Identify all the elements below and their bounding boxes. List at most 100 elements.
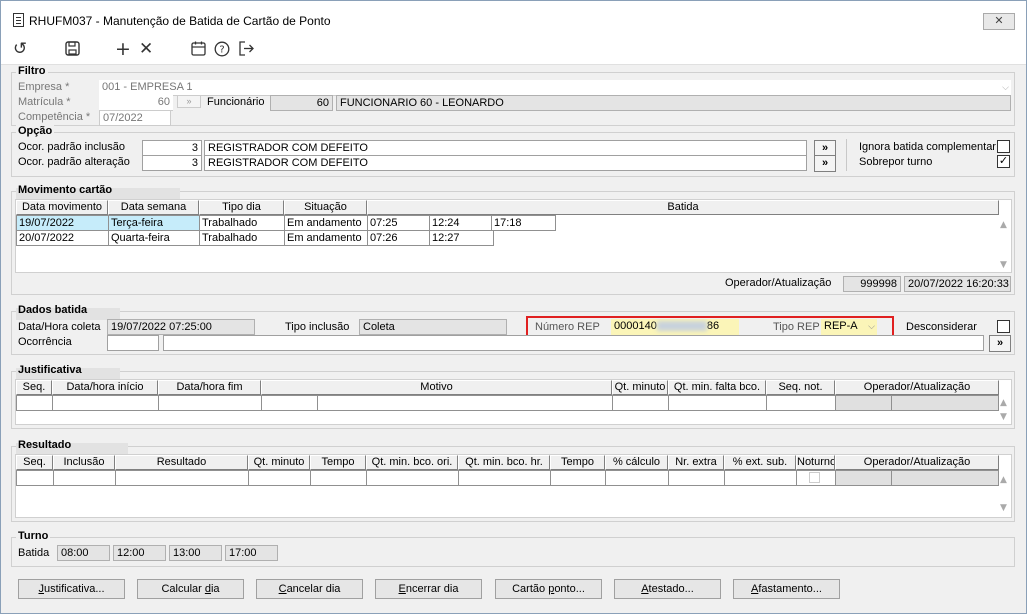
- desconsiderar-checkbox[interactable]: [997, 320, 1010, 333]
- cancelar-dia-button[interactable]: Cancelar dia: [256, 579, 363, 599]
- table-cell[interactable]: Terça-feira: [108, 215, 200, 231]
- col-header[interactable]: Qt. min. falta bco.: [668, 380, 766, 395]
- col-header[interactable]: Data/hora fim: [158, 380, 261, 395]
- col-header[interactable]: Tempo: [550, 455, 605, 470]
- calcular-dia-button[interactable]: Calcular dia: [137, 579, 244, 599]
- exit-icon[interactable]: [238, 41, 255, 60]
- col-header[interactable]: % cálculo: [605, 455, 668, 470]
- matricula-input[interactable]: 60: [99, 95, 173, 111]
- table-cell[interactable]: [317, 395, 613, 411]
- table-cell[interactable]: [248, 470, 311, 486]
- col-header[interactable]: Motivo: [261, 380, 612, 395]
- col-header[interactable]: Tipo dia: [199, 200, 284, 215]
- justificativa-button[interactable]: Justificativa...: [18, 579, 125, 599]
- sobrepor-checkbox[interactable]: ✓: [997, 155, 1010, 168]
- table-cell[interactable]: Trabalhado: [199, 230, 285, 246]
- table-cell[interactable]: [16, 470, 54, 486]
- table-cell[interactable]: [158, 395, 262, 411]
- table-cell: [891, 395, 999, 411]
- table-cell[interactable]: [115, 470, 249, 486]
- table-cell[interactable]: Em andamento: [284, 230, 368, 246]
- encerrar-dia-button[interactable]: Encerrar dia: [375, 579, 482, 599]
- table-cell[interactable]: [261, 395, 318, 411]
- table-cell[interactable]: [366, 470, 459, 486]
- numero-rep-input[interactable]: 0000140 86: [611, 319, 739, 335]
- add-icon[interactable]: +: [115, 40, 131, 59]
- col-header[interactable]: Qt. minuto: [612, 380, 668, 395]
- col-header[interactable]: Noturno: [796, 455, 835, 470]
- table-cell[interactable]: 12:27: [429, 230, 494, 246]
- col-header[interactable]: Qt. min. bco. ori.: [366, 455, 458, 470]
- col-header[interactable]: Seq.: [16, 380, 52, 395]
- turno-title: Turno: [16, 530, 51, 542]
- table-cell[interactable]: [16, 395, 53, 411]
- table-cell[interactable]: 19/07/2022: [16, 215, 109, 231]
- table-cell[interactable]: [612, 395, 669, 411]
- tipo-rep-select[interactable]: REP-A ⌵: [821, 319, 877, 335]
- ocorrencia-lookup-button[interactable]: »: [989, 335, 1011, 352]
- col-header[interactable]: Nr. extra: [668, 455, 724, 470]
- table-cell[interactable]: [52, 395, 159, 411]
- noturno-checkbox[interactable]: [809, 472, 820, 483]
- col-header[interactable]: % ext. sub.: [724, 455, 796, 470]
- col-header[interactable]: Batida: [367, 200, 999, 215]
- afastamento-button[interactable]: Afastamento...: [733, 579, 840, 599]
- table-cell[interactable]: [766, 395, 836, 411]
- ignora-checkbox[interactable]: [997, 140, 1010, 153]
- table-cell[interactable]: 20/07/2022: [16, 230, 109, 246]
- col-header[interactable]: Tempo: [310, 455, 366, 470]
- col-header[interactable]: Qt. minuto: [248, 455, 310, 470]
- scroll-down-icon[interactable]: ▼: [1000, 260, 1007, 270]
- table-cell[interactable]: [605, 470, 669, 486]
- scroll-down-icon[interactable]: ▼: [1000, 503, 1007, 513]
- calendar-icon[interactable]: [191, 41, 206, 60]
- scroll-down-icon[interactable]: ▼: [1000, 412, 1007, 422]
- table-cell[interactable]: [668, 395, 767, 411]
- table-cell[interactable]: [458, 470, 551, 486]
- inclusao-label: Ocor. padrão inclusão: [18, 141, 126, 153]
- table-cell[interactable]: Trabalhado: [199, 215, 285, 231]
- col-header[interactable]: Resultado: [115, 455, 248, 470]
- inclusao-code-input[interactable]: 3: [142, 140, 202, 156]
- atestado-button[interactable]: Atestado...: [614, 579, 721, 599]
- col-header[interactable]: Operador/Atualização: [835, 380, 999, 395]
- col-header[interactable]: Seq. not.: [766, 380, 835, 395]
- datahora-label: Data/Hora coleta: [18, 321, 101, 333]
- col-header[interactable]: Data/hora início: [52, 380, 158, 395]
- table-cell[interactable]: Quarta-feira: [108, 230, 200, 246]
- table-cell[interactable]: 12:24: [429, 215, 492, 231]
- delete-icon[interactable]: ✕: [139, 41, 153, 58]
- table-cell[interactable]: [668, 470, 725, 486]
- col-header[interactable]: Operador/Atualização: [835, 455, 999, 470]
- matricula-lookup-button[interactable]: »: [177, 95, 201, 108]
- refresh-icon[interactable]: ↺: [13, 41, 27, 58]
- table-cell[interactable]: [550, 470, 606, 486]
- col-header[interactable]: Seq.: [16, 455, 53, 470]
- ocorrencia-code-input[interactable]: [107, 335, 159, 351]
- scroll-up-icon[interactable]: ▲: [1000, 398, 1007, 408]
- table-cell[interactable]: [310, 470, 367, 486]
- table-cell[interactable]: Em andamento: [284, 215, 368, 231]
- col-header[interactable]: Data movimento: [16, 200, 108, 215]
- table-cell[interactable]: [724, 470, 797, 486]
- scroll-up-icon[interactable]: ▲: [1000, 220, 1007, 230]
- turno-time-2: 12:00: [113, 545, 166, 561]
- table-cell[interactable]: 07:25: [367, 215, 430, 231]
- empresa-select[interactable]: 001 - EMPRESA 1 ⌵: [99, 80, 1011, 96]
- scroll-up-icon[interactable]: ▲: [1000, 475, 1007, 485]
- table-cell[interactable]: [796, 470, 836, 486]
- col-header[interactable]: Situação: [284, 200, 367, 215]
- competencia-input[interactable]: 07/2022: [99, 110, 171, 126]
- alteracao-code-input[interactable]: 3: [142, 155, 202, 171]
- close-button[interactable]: ✕: [983, 13, 1015, 30]
- alteracao-lookup-button[interactable]: »: [814, 155, 836, 172]
- cartao-ponto-button[interactable]: Cartão ponto...: [495, 579, 602, 599]
- table-cell[interactable]: [53, 470, 116, 486]
- table-cell[interactable]: 17:18: [491, 215, 556, 231]
- col-header[interactable]: Data semana: [108, 200, 199, 215]
- help-icon[interactable]: ?: [214, 41, 230, 61]
- col-header[interactable]: Inclusão: [53, 455, 115, 470]
- col-header[interactable]: Qt. min. bco. hr.: [458, 455, 550, 470]
- save-icon[interactable]: [65, 41, 80, 60]
- table-cell[interactable]: 07:26: [367, 230, 430, 246]
